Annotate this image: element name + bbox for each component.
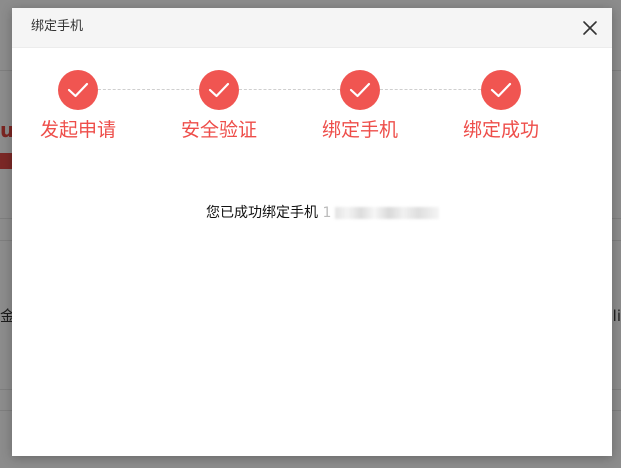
masked-phone-prefix: 1: [322, 205, 332, 221]
check-icon: [208, 82, 230, 98]
step-bind: 绑定手机: [305, 70, 415, 143]
close-icon: [583, 21, 597, 35]
step-verify: 安全验证: [164, 70, 274, 143]
bind-phone-dialog: 绑定手机 发起申请 安全验证 绑定手机 绑定成功 您已成功绑定手机 1: [12, 8, 612, 456]
step-label: 绑定成功: [462, 119, 539, 141]
step-done-circle: [58, 70, 98, 110]
step-label: 发起申请: [39, 119, 116, 141]
step-done-circle: [340, 70, 380, 110]
check-icon: [67, 82, 89, 98]
check-icon: [349, 82, 371, 98]
check-icon: [490, 82, 512, 98]
step-done-circle: [199, 70, 239, 110]
step-apply: 发起申请: [23, 70, 133, 143]
masked-phone-number: [335, 207, 440, 219]
success-message-text: 您已成功绑定手机: [206, 205, 318, 221]
step-label: 绑定手机: [321, 119, 398, 141]
step-done-circle: [481, 70, 521, 110]
success-message: 您已成功绑定手机 1: [206, 203, 440, 223]
dialog-title: 绑定手机: [31, 19, 84, 34]
close-button[interactable]: [582, 20, 598, 36]
step-success: 绑定成功: [446, 70, 556, 143]
progress-steps: 发起申请 安全验证 绑定手机 绑定成功: [12, 48, 612, 158]
step-label: 安全验证: [180, 119, 257, 141]
dialog-header: 绑定手机: [12, 8, 612, 48]
